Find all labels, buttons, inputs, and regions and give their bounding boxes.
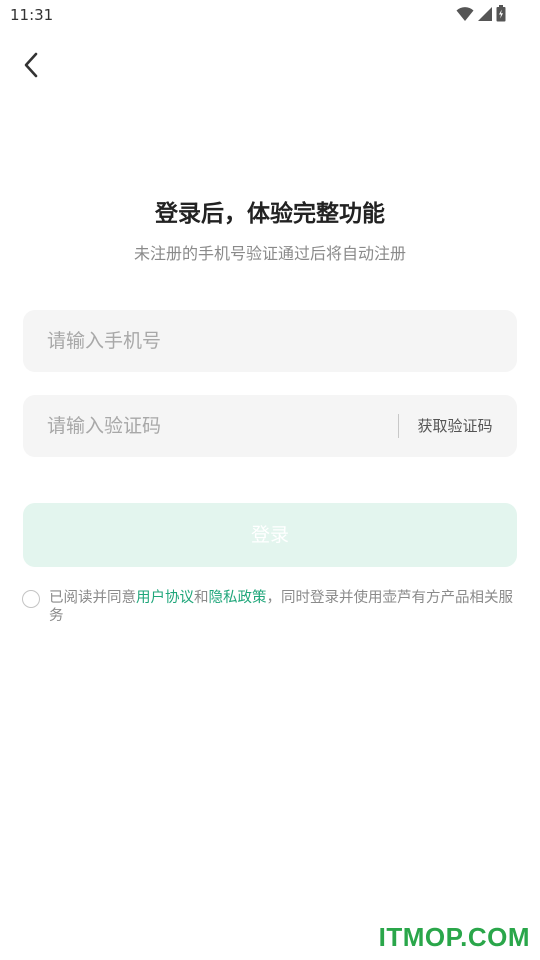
login-screen: 11:31 登录后，体验完整功能 未注册的手机号验证通过后将自动注册 请输入手机… [0,0,540,960]
code-divider [398,414,399,438]
wifi-icon [456,6,474,22]
agreement-and: 和 [194,590,209,606]
code-field: 获取验证码 [23,395,517,457]
status-icons [456,5,506,22]
page-subtitle: 未注册的手机号验证通过后将自动注册 [133,244,406,263]
agreement-text: 已阅读并同意用户协议和隐私政策，同时登录并使用壶芦有方产品相关服务 [49,589,519,625]
status-bar: 11:31 [0,0,540,30]
watermark: ITMOP.COM [378,922,530,952]
login-button[interactable]: 登录 [23,503,517,567]
agreement-checkbox[interactable] [22,590,40,608]
privacy-policy-link[interactable]: 隐私政策 [209,590,267,606]
page-title: 登录后，体验完整功能 [155,201,385,227]
status-time: 11:31 [10,6,54,24]
signal-icon [477,6,493,22]
phone-input[interactable] [47,310,493,372]
back-button[interactable] [14,50,48,84]
user-agreement-link[interactable]: 用户协议 [136,590,194,606]
get-code-button[interactable]: 获取验证码 [411,395,499,457]
chevron-left-icon [21,51,41,83]
phone-field [23,310,517,372]
code-input[interactable] [47,395,377,457]
battery-icon [496,5,506,22]
agreement-prefix: 已阅读并同意 [49,590,136,606]
